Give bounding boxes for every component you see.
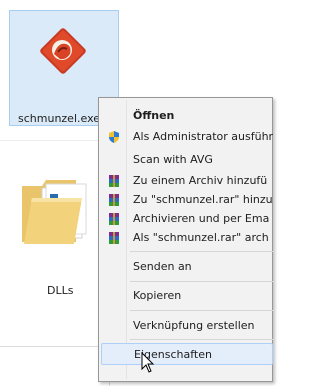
menu-item-label: Als "schmunzel.rar" arch [133, 231, 269, 244]
folder-icon[interactable] [12, 172, 104, 248]
menu-separator [130, 251, 275, 252]
winrar-icon [109, 213, 119, 225]
menu-separator [130, 339, 275, 340]
menu-item-label: Scan with AVG [133, 153, 213, 166]
uac-shield-icon [109, 131, 119, 143]
menu-item-open[interactable]: Öffnen [101, 105, 276, 127]
divider [0, 140, 100, 141]
winrar-icon [109, 194, 119, 206]
menu-item-label: Archivieren und per Ema [133, 212, 270, 225]
menu-item-create-shortcut[interactable]: Verknüpfung erstellen [101, 315, 276, 337]
menu-item-label: Kopieren [133, 289, 182, 302]
menu-item-run-as-admin[interactable]: Als Administrator ausführ [101, 126, 276, 148]
menu-item-properties[interactable]: Eigenschaften [101, 343, 273, 365]
menu-separator [130, 281, 275, 282]
menu-item-copy[interactable]: Kopieren [101, 285, 276, 307]
folder-item-label[interactable]: DLLs [47, 284, 73, 297]
menu-item-label: Senden an [133, 260, 192, 273]
menu-item-label: Zu "schmunzel.rar" hinzu [133, 193, 273, 206]
next-item-frame [0, 346, 110, 386]
mouse-pointer-icon [141, 352, 155, 373]
menu-item-label: Verknüpfung erstellen [133, 319, 255, 332]
menu-item-archive-as-rar[interactable]: Als "schmunzel.rar" arch [101, 227, 276, 249]
menu-item-label: Zu einem Archiv hinzufü [133, 174, 268, 187]
menu-item-label: Als Administrator ausführ [133, 130, 274, 143]
winrar-icon [109, 175, 119, 187]
schmunzel-app-icon[interactable] [36, 24, 90, 78]
menu-separator [130, 310, 275, 311]
menu-item-scan-avg[interactable]: Scan with AVG [101, 149, 276, 171]
menu-item-send-to[interactable]: Senden an [101, 256, 276, 278]
winrar-icon [109, 232, 119, 244]
context-menu: Öffnen Als Administrator ausführ Scan wi… [98, 97, 276, 382]
menu-item-label: Öffnen [133, 109, 175, 122]
